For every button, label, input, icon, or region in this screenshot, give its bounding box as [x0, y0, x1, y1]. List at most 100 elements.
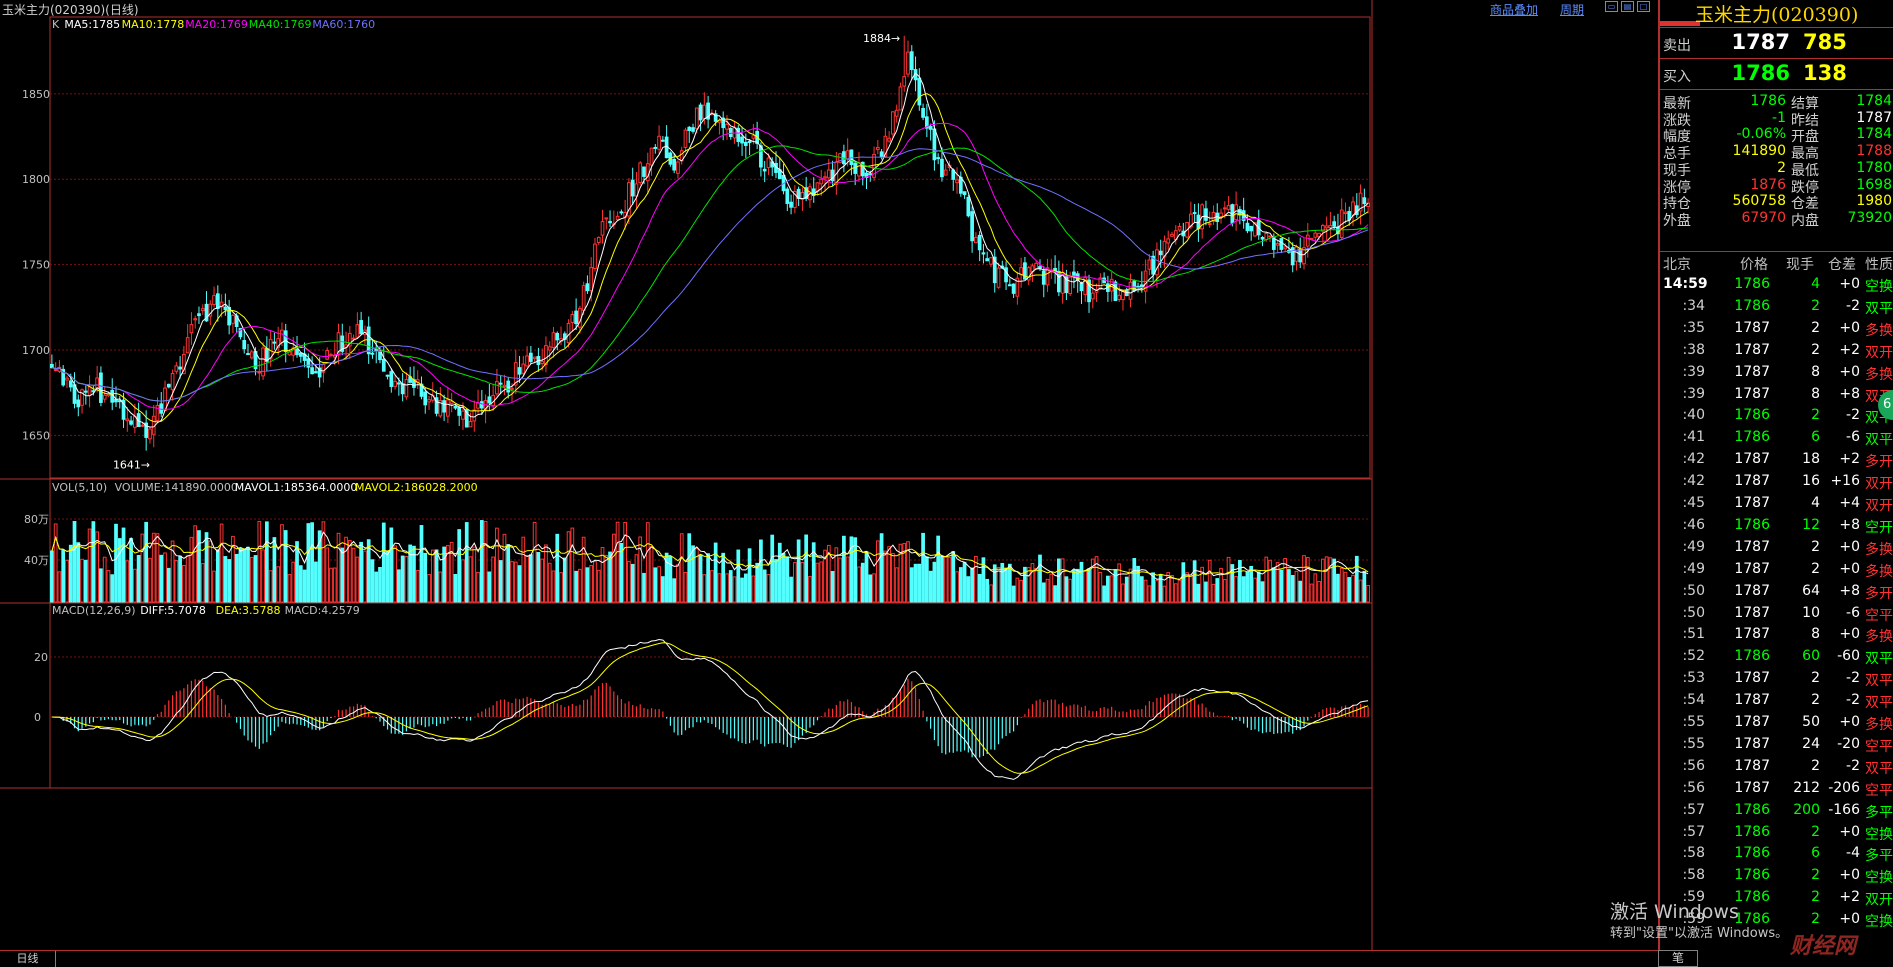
- candle: [574, 310, 578, 325]
- volume-bar: [751, 575, 756, 603]
- tick-nature: 空平: [1865, 782, 1893, 799]
- tick-row[interactable]: :50 1787 64 +8 多开: [1660, 581, 1893, 603]
- volume-bar: [1173, 583, 1178, 603]
- tick-row[interactable]: :54 1787 2 -2 双平: [1660, 690, 1893, 712]
- macd-tick-label: 20: [34, 651, 48, 664]
- volume-bar: [1007, 563, 1012, 603]
- volume-bar: [1188, 574, 1193, 603]
- candle: [212, 295, 216, 306]
- tick-row[interactable]: :51 1787 8 +0 多换: [1660, 624, 1893, 646]
- kline-chart[interactable]: 185018001750170016501884→1641→K MA5:1785 M…: [0, 0, 1893, 967]
- dea-line: [51, 642, 1369, 774]
- chart-title-bar: 玉米主力(020390)(日线) 商品叠加 周期 ▭ ▤ □: [0, 0, 1655, 17]
- candle: [1260, 236, 1265, 240]
- tick-oi: -2: [1846, 757, 1860, 774]
- quote-panel: 玉米主力(020390) 卖出 1787 785 买入 1786 138 最新 1…: [1658, 0, 1893, 967]
- candle: [1113, 281, 1118, 302]
- candle: [1268, 235, 1272, 238]
- tick-oi: +16: [1830, 473, 1860, 490]
- volume-bar: [389, 527, 394, 603]
- restore-icon[interactable]: ▭: [1605, 1, 1618, 12]
- tick-row[interactable]: :49 1787 2 +0 多换: [1660, 537, 1893, 559]
- tick-row[interactable]: :52 1786 60 -60 双平: [1660, 646, 1893, 668]
- candle: [404, 379, 409, 398]
- tick-row[interactable]: :55 1787 50 +0 多换: [1660, 712, 1893, 734]
- overlay-button[interactable]: 商品叠加: [1490, 1, 1538, 18]
- candle: [1139, 284, 1144, 288]
- tick-row[interactable]: :49 1787 2 +0 多换: [1660, 559, 1893, 581]
- candle: [891, 111, 895, 135]
- tick-row[interactable]: :55 1787 24 -20 空平: [1660, 734, 1893, 756]
- tick-row[interactable]: :50 1787 10 -6 空平: [1660, 603, 1893, 625]
- stat-value: 1788: [1856, 143, 1892, 160]
- candle: [476, 402, 480, 409]
- tick-row[interactable]: :56 1787 2 -2 双平: [1660, 756, 1893, 778]
- candle: [857, 162, 861, 177]
- candle: [547, 346, 552, 351]
- candle: [630, 179, 635, 197]
- volume-bar: [687, 533, 692, 603]
- volume-bar: [457, 529, 462, 603]
- tick-row[interactable]: :42 1787 18 +2 多开: [1660, 449, 1893, 471]
- tick-row[interactable]: :46 1786 12 +8 空开: [1660, 515, 1893, 537]
- tick-row[interactable]: :39 1787 8 +8 双开: [1660, 384, 1893, 406]
- tick-row[interactable]: :40 1786 2 -2 双平: [1660, 405, 1893, 427]
- volume-bar: [212, 570, 216, 603]
- tick-qty: 10: [1802, 604, 1820, 621]
- volume-bar: [732, 576, 737, 603]
- candle: [691, 127, 695, 132]
- tick-row[interactable]: :53 1787 2 -2 双平: [1660, 668, 1893, 690]
- volume-bar: [174, 560, 179, 603]
- candle: [660, 139, 665, 142]
- candle: [943, 169, 948, 176]
- tick-row[interactable]: :42 1787 16 +16 双开: [1660, 471, 1893, 493]
- tick-row[interactable]: 14:59 1786 4 +0 空换: [1660, 274, 1893, 296]
- macd-legend-macd: MACD:4.2579: [285, 604, 360, 617]
- tick-row[interactable]: :58 1786 2 +0 空换: [1660, 865, 1893, 887]
- candle: [76, 399, 81, 408]
- tick-nature: 双开: [1865, 498, 1893, 514]
- volume-bar: [453, 573, 458, 603]
- volume-bar: [1185, 572, 1189, 603]
- tick-time: :42: [1682, 451, 1705, 468]
- maximize-icon[interactable]: □: [1637, 1, 1650, 12]
- candle: [351, 337, 356, 340]
- tick-row[interactable]: :58 1786 6 -4 多平: [1660, 843, 1893, 865]
- candle: [581, 285, 586, 311]
- volume-bar: [1245, 571, 1250, 603]
- tick-row[interactable]: :41 1786 6 -6 双平: [1660, 427, 1893, 449]
- volume-bar: [710, 570, 714, 603]
- candle: [555, 332, 560, 341]
- bid-row[interactable]: 买入 1786 138: [1660, 59, 1893, 89]
- tick-oi: -6: [1846, 429, 1860, 446]
- tick-qty: 8: [1811, 626, 1820, 643]
- period-tab-daily[interactable]: 日线: [0, 951, 56, 967]
- volume-bar: [219, 523, 224, 603]
- volume-bar: [114, 523, 118, 603]
- tick-row[interactable]: :56 1787 212 -206 空平: [1660, 778, 1893, 800]
- volume-bar: [728, 570, 733, 603]
- volume-bar: [996, 566, 1001, 603]
- ma10-line: [51, 93, 1369, 423]
- stat-value: 560758: [1732, 193, 1786, 210]
- volume-bar: [611, 533, 616, 603]
- ask-row[interactable]: 卖出 1787 785: [1660, 28, 1893, 58]
- tick-row[interactable]: :34 1786 2 -2 双平: [1660, 296, 1893, 318]
- volume-bar: [483, 521, 488, 603]
- tick-row[interactable]: :45 1787 4 +4 双开: [1660, 493, 1893, 515]
- volume-bar: [370, 559, 375, 603]
- tick-row[interactable]: :39 1787 8 +0 多换: [1660, 362, 1893, 384]
- tick-row[interactable]: :57 1786 2 +0 空换: [1660, 822, 1893, 844]
- volume-bar: [593, 561, 597, 603]
- volume-bar: [185, 555, 190, 603]
- tick-count-tab[interactable]: 笔: [1658, 950, 1698, 967]
- volume-bar: [430, 549, 435, 603]
- tick-row[interactable]: :38 1787 2 +2 双开: [1660, 340, 1893, 362]
- split-icon[interactable]: ▤: [1621, 1, 1634, 12]
- tick-row[interactable]: :35 1787 2 +0 多换: [1660, 318, 1893, 340]
- volume-bar: [510, 561, 514, 603]
- candle: [453, 405, 458, 409]
- tick-row[interactable]: :57 1786 200 -166 多平: [1660, 800, 1893, 822]
- period-button[interactable]: 周期: [1560, 1, 1584, 18]
- tick-price: 1786: [1734, 845, 1770, 862]
